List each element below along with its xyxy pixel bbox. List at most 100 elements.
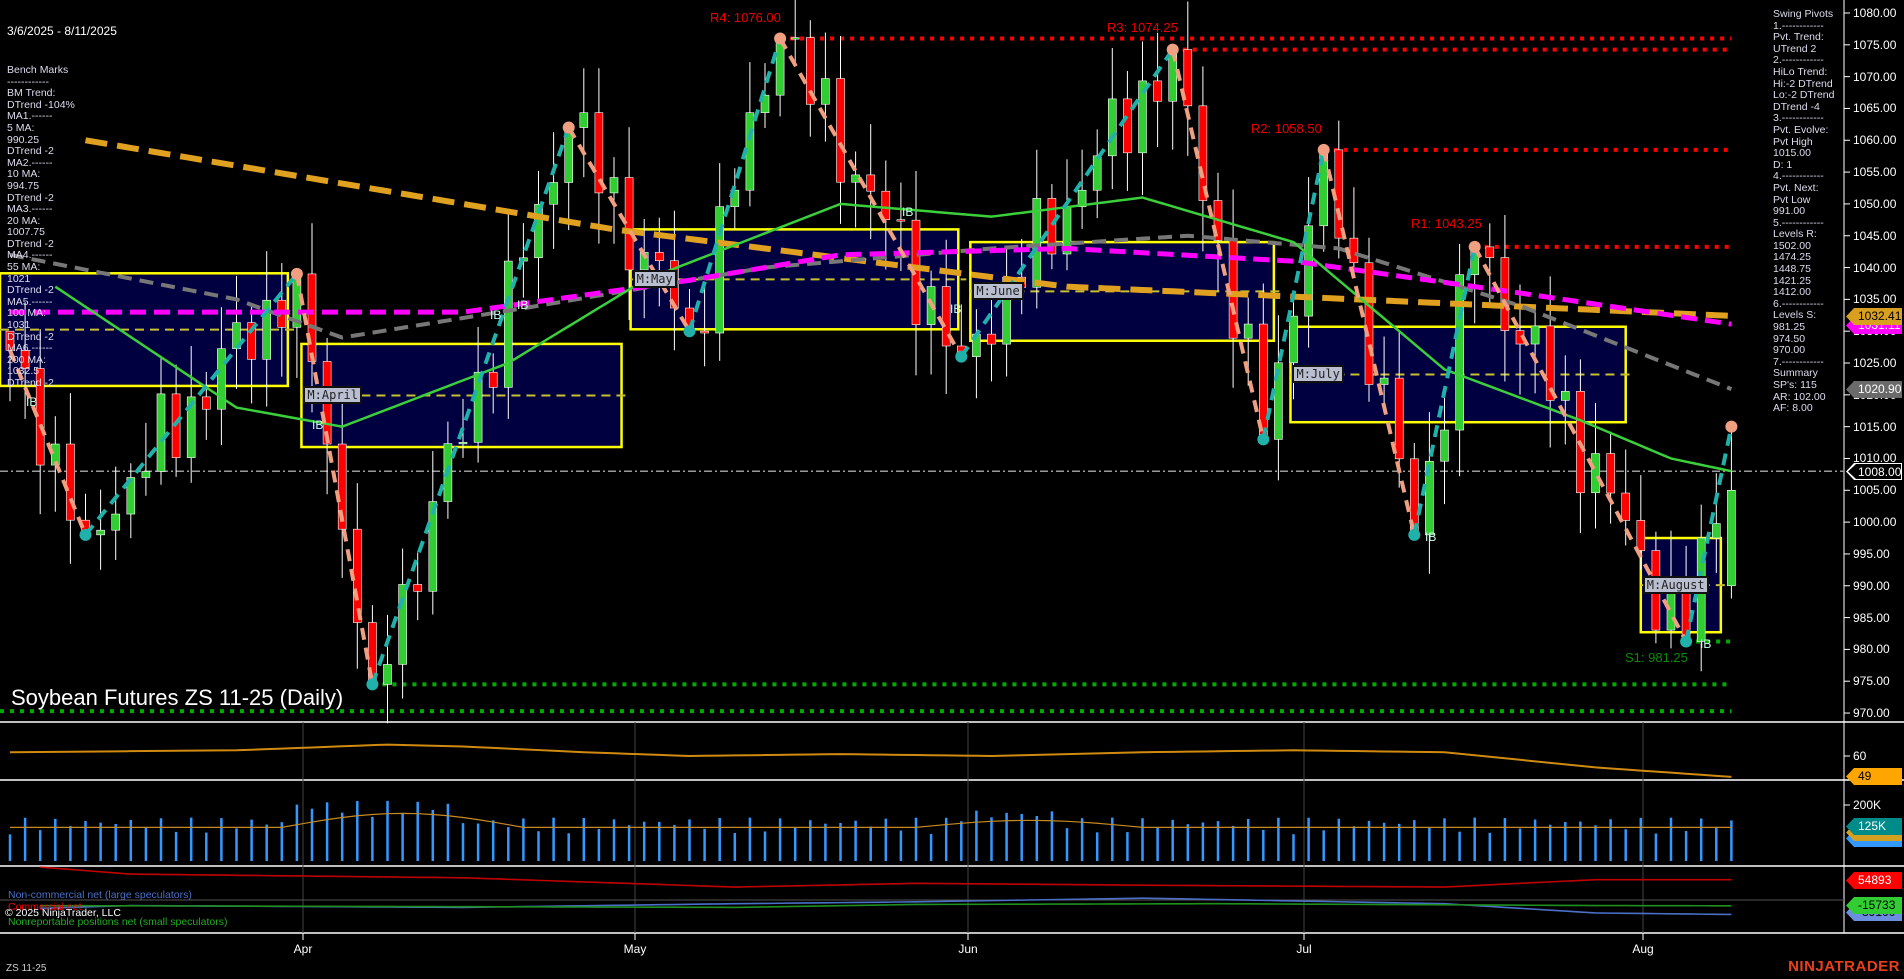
- candle-up: [503, 260, 513, 388]
- price-axis-tick: 1080.00: [1853, 6, 1897, 20]
- date-range: 3/6/2025 - 8/11/2025: [7, 24, 117, 39]
- ma200-flag: 1032.41: [1846, 308, 1902, 325]
- inside-bar-marker: IB: [902, 205, 914, 219]
- price-axis-tick: 980.00: [1853, 642, 1890, 657]
- price-chart[interactable]: [0, 0, 1904, 979]
- month-label-jul: Jul: [1296, 942, 1312, 956]
- candle-up: [1561, 391, 1570, 401]
- candle-down: [1606, 453, 1615, 494]
- candle-down: [307, 273, 317, 362]
- candle-up: [458, 442, 468, 445]
- swing-pivot-line: 1015.00: [1773, 147, 1811, 160]
- month-label-may: May: [623, 942, 647, 956]
- inside-bar-marker: IB: [312, 418, 324, 432]
- small-speculators-line: [40, 902, 1732, 909]
- benchmark-line: 5 MA:: [7, 121, 35, 134]
- small-spec-flag: -15733: [1846, 897, 1902, 914]
- swing-pivot-line: Swing Pivots: [1773, 8, 1834, 20]
- candle-up: [398, 584, 407, 665]
- candle-down: [987, 333, 996, 345]
- benchmark-line: DTrend -2: [7, 145, 54, 158]
- swing-high-dot: [562, 121, 575, 134]
- benchmark-line: BM Trend:: [7, 87, 56, 100]
- chart-title: Soybean Futures ZS 11-25 (Daily): [11, 685, 344, 710]
- inside-bar-marker: IB: [1700, 637, 1712, 651]
- month-box-label: M:May: [632, 270, 677, 289]
- candle-up: [821, 78, 830, 105]
- legend-large-speculators: Non-commercial net (large speculators): [8, 889, 192, 901]
- month-box-label: M:August: [1642, 576, 1709, 595]
- swing-high-dot: [774, 32, 787, 45]
- candle-down: [1153, 80, 1162, 102]
- candle-down: [654, 252, 664, 261]
- last-price-flag: 1008.00: [1846, 463, 1902, 480]
- swing-low-dot: [366, 678, 379, 691]
- swing-high-dot: [1166, 43, 1179, 56]
- swing-low-dot: [1257, 433, 1270, 446]
- swing-pivot-line: 981.25: [1773, 321, 1806, 334]
- candle-down: [1349, 237, 1359, 264]
- candle-up: [141, 471, 151, 478]
- price-axis-tick: 1015.00: [1853, 419, 1897, 434]
- last-price-flag-inner: 1008.00: [1848, 464, 1901, 479]
- candle-up: [790, 37, 800, 40]
- candle-up: [579, 112, 589, 128]
- price-axis-tick: 1045.00: [1853, 228, 1897, 243]
- candle-up: [1289, 315, 1298, 364]
- candle-up: [1591, 453, 1600, 494]
- r3-label: R3: 1074.25: [1107, 20, 1178, 35]
- candle-up: [1243, 323, 1253, 339]
- month-label-jun: Jun: [958, 942, 978, 956]
- volume-axis-tick: 200K: [1853, 798, 1882, 812]
- inside-bar-marker: IB: [490, 308, 502, 322]
- copyright: © 2025 NinjaTrader, LLC: [5, 907, 121, 919]
- inside-bar-marker: IB: [517, 298, 529, 312]
- candle-up: [1712, 523, 1721, 539]
- price-axis-tick: 1065.00: [1853, 101, 1897, 116]
- commercial-flag: 54893: [1846, 872, 1902, 889]
- price-axis-tick: 970.00: [1853, 706, 1890, 721]
- s1-label: S1: 981.25: [1625, 650, 1688, 665]
- inside-bar-marker: IB: [26, 395, 38, 409]
- candle-down: [624, 177, 634, 271]
- price-axis-tick: 1000.00: [1853, 515, 1897, 530]
- price-axis-tick: 990.00: [1853, 578, 1890, 593]
- candle-up: [1092, 155, 1102, 191]
- candle-down: [1621, 492, 1630, 521]
- r1-label: R1: 1043.25: [1411, 216, 1482, 231]
- swing-pivot-line: AF: 8.00: [1773, 402, 1813, 415]
- candle-down: [866, 174, 876, 192]
- benchmark-line: MA3.------: [7, 203, 53, 216]
- swing-low-dot: [955, 350, 968, 363]
- r2-label: R2: 1058.50: [1251, 121, 1322, 136]
- candle-up: [549, 182, 558, 205]
- candle-up: [383, 664, 392, 685]
- price-axis-tick: 1055.00: [1853, 165, 1897, 180]
- candle-down: [700, 330, 709, 334]
- candle-down: [836, 78, 845, 183]
- swing-pivot-line: Pvt. Evolve:: [1773, 123, 1829, 136]
- price-axis-tick: 1040.00: [1853, 260, 1897, 275]
- month-label-aug: Aug: [1632, 942, 1654, 956]
- benchmark-line: 55 MA:: [7, 261, 41, 274]
- candle-down: [413, 584, 423, 592]
- candle-down: [1485, 246, 1495, 258]
- candle-down: [1394, 377, 1404, 460]
- price-axis-tick: 1035.00: [1853, 292, 1897, 307]
- candle-down: [488, 371, 498, 388]
- swing-pivot-line: Lo:-2 DTrend: [1773, 89, 1835, 102]
- price-axis-tick: 1025.00: [1853, 356, 1897, 371]
- candle-up: [609, 177, 619, 194]
- price-axis-tick: 975.00: [1853, 674, 1890, 689]
- swing-pivot-line: SP's: 115: [1773, 379, 1817, 391]
- swing-low-dot: [79, 528, 92, 541]
- commercial-net-line: [40, 866, 1732, 888]
- candle-down: [1636, 520, 1646, 551]
- swing-low-dot: [1408, 528, 1421, 541]
- inside-bar-marker: IB: [950, 302, 962, 316]
- inside-bar-marker: IB: [1425, 530, 1437, 544]
- swing-pivot-line: Pvt. Next:: [1773, 181, 1819, 194]
- instrument-label: ZS 11-25: [6, 963, 47, 974]
- volume-flag: 125K: [1846, 818, 1902, 835]
- swing-high-dot: [1317, 143, 1330, 156]
